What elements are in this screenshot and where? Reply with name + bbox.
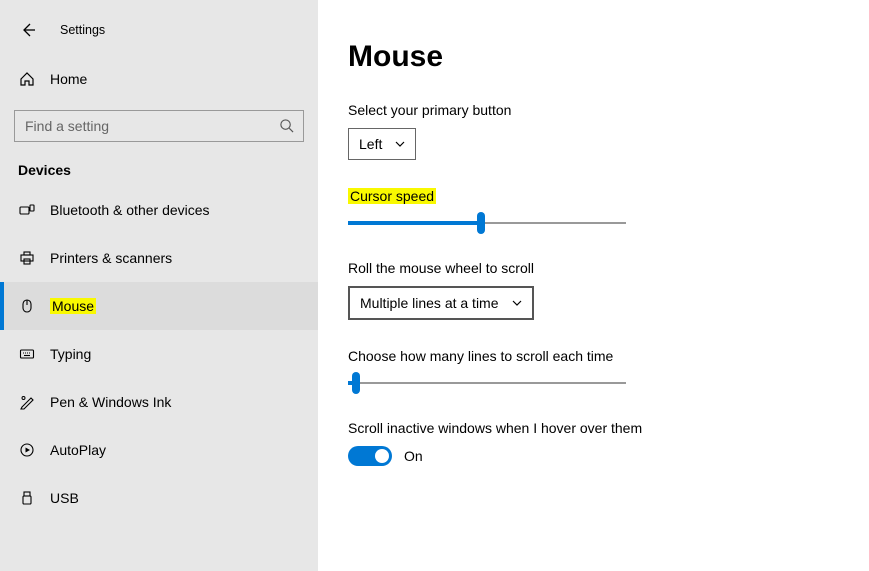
sidebar-item-mouse[interactable]: Mouse (0, 282, 318, 330)
sidebar-item-label: Mouse (50, 298, 96, 314)
back-button[interactable] (18, 20, 38, 40)
sidebar-item-autoplay[interactable]: AutoPlay (0, 426, 318, 474)
slider-thumb[interactable] (352, 372, 360, 394)
slider-thumb[interactable] (477, 212, 485, 234)
inactive-scroll-block: Scroll inactive windows when I hover ove… (348, 420, 839, 466)
wheel-mode-value: Multiple lines at a time (360, 295, 499, 311)
home-label: Home (50, 71, 87, 87)
sidebar-item-printers[interactable]: Printers & scanners (0, 234, 318, 282)
home-link[interactable]: Home (0, 60, 318, 98)
lines-per-scroll-label: Choose how many lines to scroll each tim… (348, 348, 839, 364)
sidebar-item-label: Printers & scanners (50, 250, 172, 266)
sidebar-item-typing[interactable]: Typing (0, 330, 318, 378)
home-icon (18, 71, 36, 87)
wheel-mode-label: Roll the mouse wheel to scroll (348, 260, 839, 276)
toggle-knob (375, 449, 389, 463)
cursor-speed-block: Cursor speed (348, 188, 839, 232)
keyboard-icon (18, 346, 36, 362)
chevron-down-icon (512, 298, 522, 308)
section-title: Devices (18, 162, 318, 178)
pen-icon (18, 394, 36, 410)
bluetooth-icon (18, 202, 36, 218)
page-title: Mouse (348, 40, 839, 74)
wheel-mode-block: Roll the mouse wheel to scroll Multiple … (348, 260, 839, 320)
sidebar-item-label: Bluetooth & other devices (50, 202, 210, 218)
sidebar-item-label: AutoPlay (50, 442, 106, 458)
wheel-mode-select[interactable]: Multiple lines at a time (348, 286, 534, 320)
printer-icon (18, 250, 36, 266)
chevron-down-icon (395, 139, 405, 149)
primary-button-block: Select your primary button Left (348, 102, 839, 160)
inactive-scroll-state: On (404, 448, 423, 464)
primary-button-value: Left (359, 136, 382, 152)
usb-icon (18, 490, 36, 506)
primary-button-label: Select your primary button (348, 102, 839, 118)
slider-track (348, 382, 626, 384)
cursor-speed-label: Cursor speed (348, 188, 839, 204)
sidebar-item-label: Pen & Windows Ink (50, 394, 171, 410)
topbar: Settings (0, 10, 318, 50)
sidebar-item-label: USB (50, 490, 79, 506)
sidebar: Settings Home Devices Bluetooth & other … (0, 0, 318, 571)
sidebar-item-pen[interactable]: Pen & Windows Ink (0, 378, 318, 426)
sidebar-item-usb[interactable]: USB (0, 474, 318, 522)
inactive-scroll-toggle[interactable] (348, 446, 392, 466)
search-box[interactable] (14, 110, 304, 142)
primary-button-select[interactable]: Left (348, 128, 416, 160)
cursor-speed-slider[interactable] (348, 214, 626, 232)
nav-list: Bluetooth & other devices Printers & sca… (0, 186, 318, 522)
autoplay-icon (18, 442, 36, 458)
search-icon (279, 118, 294, 133)
sidebar-item-bluetooth[interactable]: Bluetooth & other devices (0, 186, 318, 234)
lines-per-scroll-slider[interactable] (348, 374, 626, 392)
lines-per-scroll-block: Choose how many lines to scroll each tim… (348, 348, 839, 392)
search-input[interactable] (14, 110, 304, 142)
app-title: Settings (60, 23, 105, 37)
slider-fill (348, 221, 481, 225)
arrow-left-icon (20, 22, 36, 38)
mouse-icon (18, 298, 36, 314)
inactive-scroll-label: Scroll inactive windows when I hover ove… (348, 420, 839, 436)
main-panel: Mouse Select your primary button Left Cu… (318, 0, 869, 571)
sidebar-item-label: Typing (50, 346, 91, 362)
